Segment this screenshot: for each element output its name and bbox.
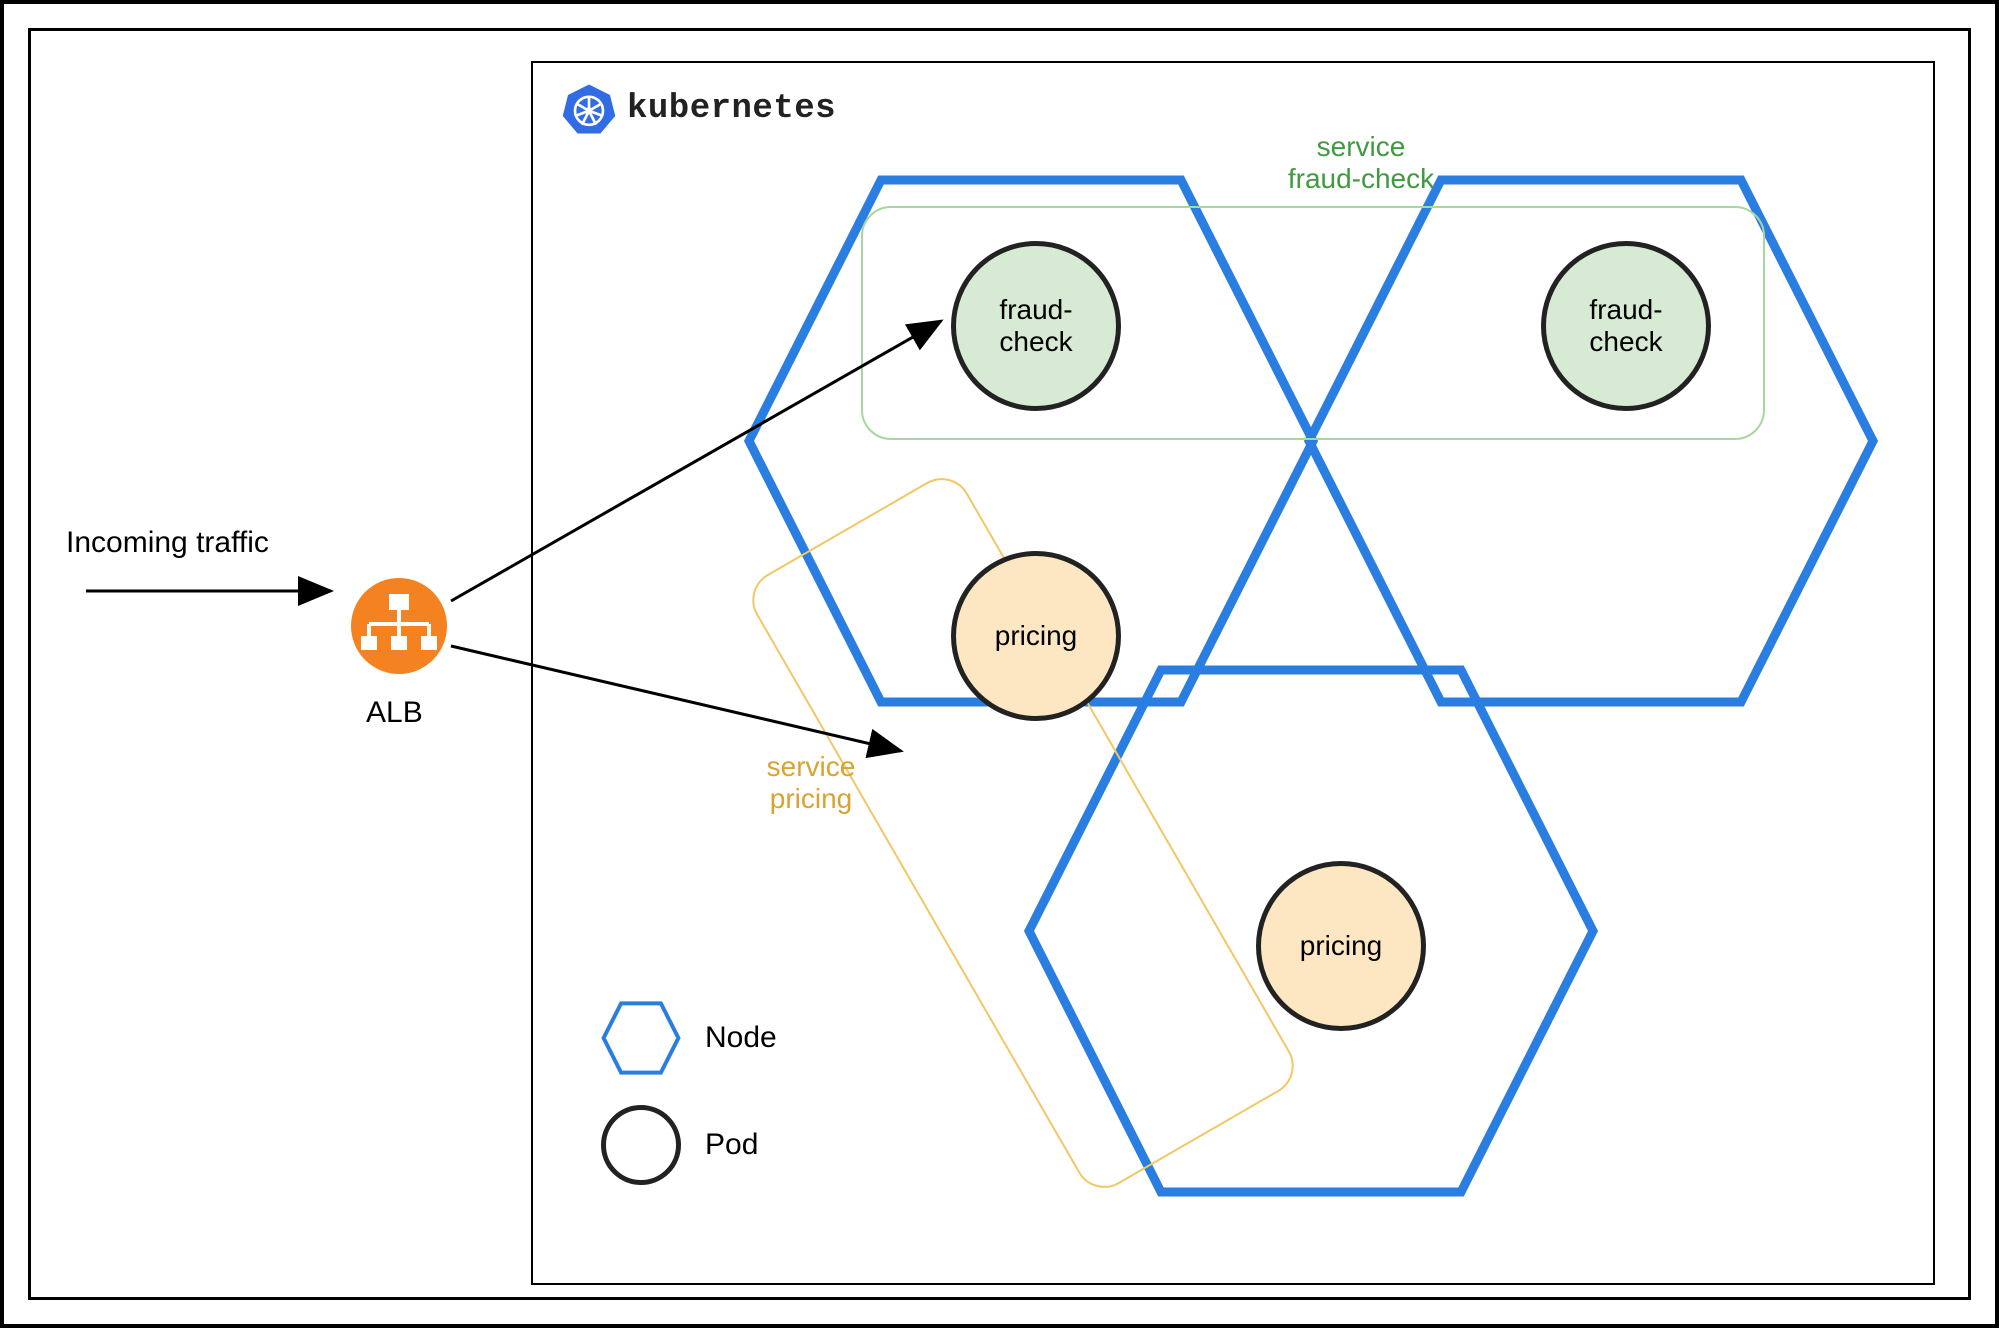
service-fraud-check-label: service fraud-check: [1231, 131, 1491, 195]
pod-pricing-1: pricing: [951, 551, 1121, 721]
pod-label: pricing: [1300, 930, 1382, 962]
service-pricing-line2: pricing: [770, 783, 852, 814]
alb-label: ALB: [366, 696, 423, 730]
pod-fraud-check-2: fraud- check: [1541, 241, 1711, 411]
incoming-traffic-label: Incoming traffic: [66, 526, 269, 560]
diagram-canvas: kubernetes service: [31, 31, 1968, 1297]
service-pricing-line1: service: [767, 751, 856, 782]
service-pricing-label: service pricing: [721, 751, 901, 815]
legend: Node Pod: [601, 1001, 777, 1215]
inner-frame: kubernetes service: [28, 28, 1971, 1300]
legend-pod-row: Pod: [601, 1105, 777, 1185]
service-fraud-line1: service: [1317, 131, 1406, 162]
legend-pod-label: Pod: [705, 1128, 758, 1162]
pod-pricing-2: pricing: [1256, 861, 1426, 1031]
pod-label: fraud- check: [999, 294, 1072, 358]
pod-label: pricing: [995, 620, 1077, 652]
pod-fraud-line2: check: [999, 326, 1072, 357]
pod-fraud-line2: check: [1589, 326, 1662, 357]
legend-node-row: Node: [601, 1001, 777, 1075]
kubernetes-text: kubernetes: [627, 90, 836, 128]
legend-node-label: Node: [705, 1021, 777, 1055]
pod-fraud-line1: fraud-: [1589, 294, 1662, 325]
pod-fraud-line1: fraud-: [999, 294, 1072, 325]
kubernetes-icon: [561, 81, 617, 137]
legend-node-hexagon-icon: [601, 1001, 681, 1075]
outer-frame: kubernetes service: [0, 0, 1999, 1328]
pod-fraud-check-1: fraud- check: [951, 241, 1121, 411]
pod-label: fraud- check: [1589, 294, 1662, 358]
alb-icon: [349, 576, 449, 676]
kubernetes-label: kubernetes: [561, 81, 836, 137]
service-fraud-line2: fraud-check: [1288, 163, 1434, 194]
legend-pod-circle-icon: [601, 1105, 681, 1185]
